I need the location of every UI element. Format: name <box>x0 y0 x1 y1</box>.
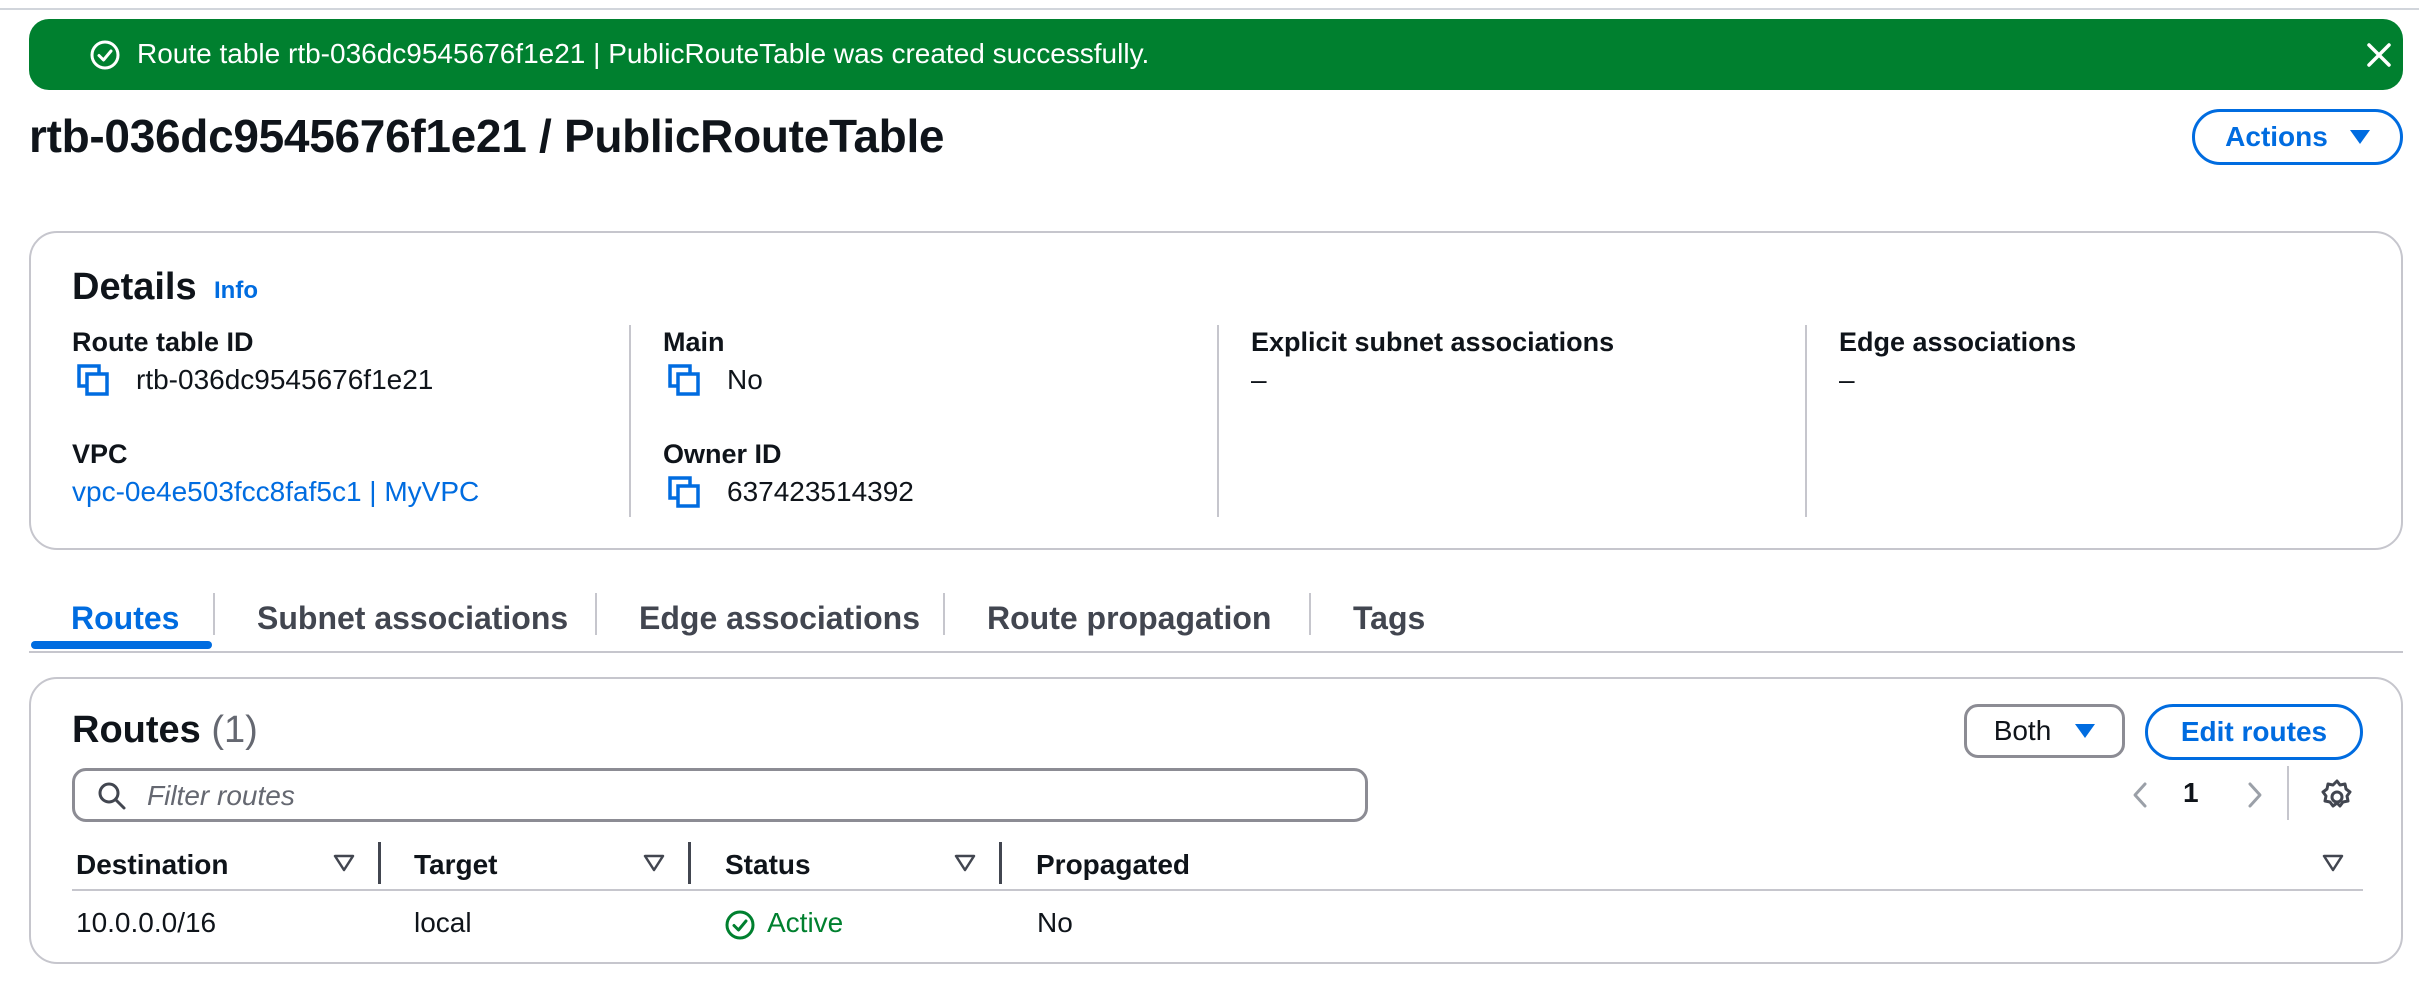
copy-icon[interactable] <box>667 475 701 509</box>
table-header-divider <box>72 889 2363 891</box>
tab-route-propagation[interactable]: Route propagation <box>987 585 1271 651</box>
tab-bar: Routes Subnet associations Edge associat… <box>29 585 2403 653</box>
search-icon <box>98 782 126 810</box>
column-resizer[interactable] <box>999 842 1002 884</box>
details-heading: Details <box>72 266 197 308</box>
cell-destination: 10.0.0.0/16 <box>76 907 217 938</box>
chevron-right-icon[interactable] <box>2241 779 2269 811</box>
sort-down-icon[interactable] <box>642 851 666 875</box>
info-link[interactable]: Info <box>214 277 258 305</box>
tab-divider <box>595 593 597 635</box>
filter-routes-field <box>72 768 1368 822</box>
routes-heading-label: Routes <box>72 709 201 751</box>
column-resizer[interactable] <box>378 842 381 884</box>
tab-divider <box>213 593 215 635</box>
filter-routes-input[interactable] <box>147 777 1347 815</box>
ip-version-dropdown-label: Both <box>1993 715 2052 746</box>
vpc-link[interactable]: vpc-0e4e503fcc8faf5c1 | MyVPC <box>72 474 479 510</box>
edit-routes-button[interactable]: Edit routes <box>2145 704 2363 760</box>
tab-tags[interactable]: Tags <box>1353 585 1425 651</box>
top-divider <box>0 8 2419 10</box>
details-column-1: Route table ID rtb-036dc9545676f1e21 VPC… <box>72 325 632 517</box>
details-column-4: Edge associations – <box>1805 325 2365 517</box>
owner-id-label: Owner ID <box>663 439 782 469</box>
column-header-status[interactable]: Status <box>725 847 811 883</box>
caret-down-icon <box>2349 130 2370 144</box>
close-icon[interactable] <box>2362 38 2396 72</box>
route-table-id-label: Route table ID <box>72 327 254 357</box>
actions-button-label: Actions <box>2225 121 2328 152</box>
routes-count: (1) <box>211 709 258 751</box>
routes-heading: Routes (1) <box>72 706 258 754</box>
success-flash-banner: Route table rtb-036dc9545676f1e21 | Publ… <box>29 19 2403 90</box>
tab-divider <box>943 593 945 635</box>
sort-down-icon[interactable] <box>2321 851 2345 875</box>
owner-id-value: 637423514392 <box>727 476 914 507</box>
ip-version-dropdown[interactable]: Both <box>1964 704 2125 758</box>
sort-down-icon[interactable] <box>953 851 977 875</box>
tab-edge-associations[interactable]: Edge associations <box>639 585 920 651</box>
explicit-subnet-associations-value: – <box>1251 364 1267 395</box>
chevron-left-icon[interactable] <box>2126 779 2154 811</box>
cell-status: Active <box>767 907 844 938</box>
sort-down-icon[interactable] <box>332 851 356 875</box>
tab-divider <box>1309 593 1311 635</box>
page-title: rtb-036dc9545676f1e21 / PublicRouteTable <box>29 110 945 162</box>
main-value: No <box>727 364 763 395</box>
caret-down-icon <box>2075 724 2096 738</box>
details-column-3: Explicit subnet associations – <box>1217 325 1807 517</box>
vpc-label: VPC <box>72 439 128 469</box>
explicit-subnet-associations-label: Explicit subnet associations <box>1251 327 1615 357</box>
flash-message: Route table rtb-036dc9545676f1e21 | Publ… <box>137 38 1150 69</box>
route-table-id-value: rtb-036dc9545676f1e21 <box>136 364 434 395</box>
edge-associations-label: Edge associations <box>1839 327 2077 357</box>
cell-target: local <box>414 907 472 938</box>
edge-associations-value: – <box>1839 364 1855 395</box>
pager-divider <box>2287 766 2289 820</box>
column-header-target[interactable]: Target <box>414 847 498 883</box>
tab-subnet-associations[interactable]: Subnet associations <box>257 585 568 651</box>
gear-icon[interactable] <box>2318 778 2356 816</box>
column-header-propagated[interactable]: Propagated <box>1036 847 1190 883</box>
success-check-circle-icon <box>90 40 120 70</box>
copy-icon[interactable] <box>667 363 701 397</box>
details-panel: Details Info Route table ID rtb-036dc954… <box>29 231 2403 550</box>
main-label: Main <box>663 327 725 357</box>
page-number[interactable]: 1 <box>2183 775 2199 811</box>
active-tab-indicator <box>31 641 212 649</box>
details-column-2: Main No Owner ID 637423514392 <box>629 325 1219 517</box>
actions-button[interactable]: Actions <box>2192 109 2403 165</box>
column-header-destination[interactable]: Destination <box>76 847 228 883</box>
routes-panel: Routes (1) Both Edit routes 1 Destinatio… <box>29 677 2403 964</box>
cell-propagated: No <box>1037 907 1073 938</box>
success-check-circle-icon <box>725 910 755 940</box>
column-resizer[interactable] <box>688 842 691 884</box>
copy-icon[interactable] <box>76 363 110 397</box>
